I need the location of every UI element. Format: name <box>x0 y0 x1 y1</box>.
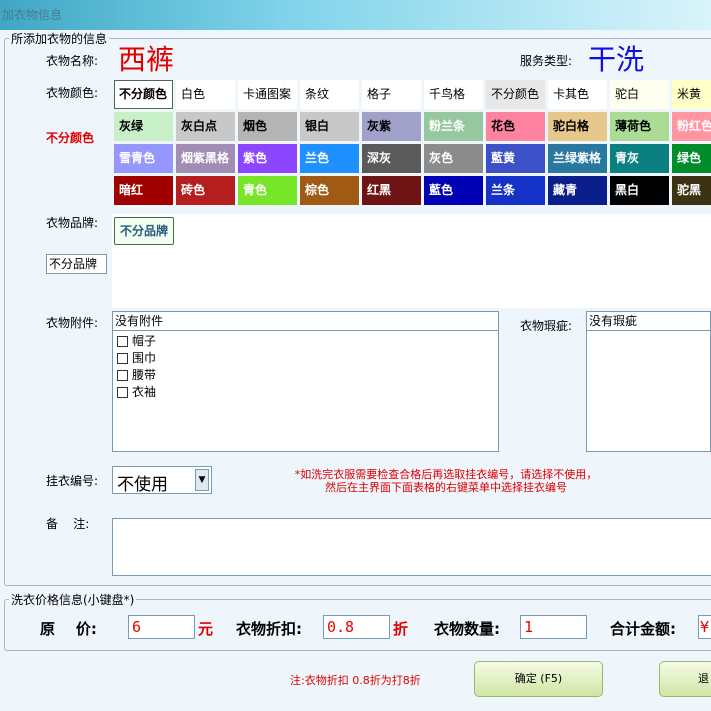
color-swatch[interactable]: 不分颜色 <box>114 80 173 109</box>
hanger-select-value: 不使用 <box>117 475 168 495</box>
color-swatch[interactable]: 藍色 <box>424 176 483 205</box>
color-swatch[interactable]: 银白 <box>300 112 359 141</box>
quantity-label: 衣物数量: <box>434 620 500 638</box>
price-label: 原 价: <box>40 620 97 638</box>
accessory-option[interactable]: 帽子 <box>113 333 498 350</box>
color-swatch[interactable]: 绿色 <box>672 144 711 173</box>
color-swatch[interactable]: 藏青 <box>548 176 607 205</box>
checkbox-icon[interactable] <box>117 387 128 398</box>
color-swatch[interactable]: 驼白格 <box>548 112 607 141</box>
hanger-note: *如洗完衣服需要检查合格后再选取挂衣编号，请选择不使用，然后在主界面下面表格的右… <box>294 468 598 494</box>
color-swatch[interactable]: 棕色 <box>300 176 359 205</box>
color-swatch[interactable]: 兰色 <box>300 144 359 173</box>
color-swatch[interactable]: 暗红 <box>114 176 173 205</box>
discount-label: 衣物折扣: <box>236 620 302 638</box>
color-swatch[interactable]: 米黄 <box>672 80 711 109</box>
hanger-label: 挂衣编号: <box>46 474 99 488</box>
total-input[interactable]: ¥ <box>698 615 711 639</box>
color-swatch[interactable]: 砖色 <box>176 176 235 205</box>
checkbox-icon[interactable] <box>117 353 128 364</box>
color-swatch[interactable]: 驼白 <box>610 80 669 109</box>
color-swatch[interactable]: 驼黑 <box>672 176 711 205</box>
color-swatch[interactable]: 不分颜色 <box>486 80 545 109</box>
checkbox-icon[interactable] <box>117 370 128 381</box>
color-swatch[interactable]: 白色 <box>176 80 235 109</box>
color-swatch[interactable]: 薄荷色 <box>610 112 669 141</box>
remark-label: 备 注: <box>46 517 90 531</box>
discount-input[interactable]: 0.8 <box>323 615 390 639</box>
total-label: 合计金额: <box>610 620 676 638</box>
color-swatch[interactable]: 藍黄 <box>486 144 545 173</box>
hanger-select[interactable]: 不使用 ▼ <box>112 466 212 495</box>
color-swatch[interactable]: 粉兰条 <box>424 112 483 141</box>
defect-list[interactable] <box>586 330 711 452</box>
color-swatch[interactable]: 青灰 <box>610 144 669 173</box>
color-swatch[interactable]: 雪青色 <box>114 144 173 173</box>
price-input[interactable]: 6 <box>128 615 195 639</box>
color-swatch[interactable]: 黑白 <box>610 176 669 205</box>
accessory-label: 衣物附件: <box>46 316 99 330</box>
defect-input[interactable]: 没有瑕疵 <box>586 311 711 331</box>
checkbox-icon[interactable] <box>117 336 128 347</box>
quantity-input[interactable]: 1 <box>520 615 587 639</box>
color-swatch[interactable]: 紫色 <box>238 144 297 173</box>
price-group-title: 洗衣价格信息(小键盘*) <box>9 591 137 608</box>
brand-any-button[interactable]: 不分品牌 <box>114 217 174 245</box>
confirm-button[interactable]: 确定 (F5) <box>474 661 603 697</box>
color-swatch[interactable]: 灰白点 <box>176 112 235 141</box>
discount-unit: 折 <box>393 620 409 638</box>
color-swatch[interactable]: 灰紫 <box>362 112 421 141</box>
defect-label: 衣物瑕疵: <box>520 319 573 333</box>
remark-textarea[interactable] <box>112 518 711 576</box>
color-swatch[interactable]: 粉红色 <box>672 112 711 141</box>
brand-input[interactable]: 不分品牌 <box>46 254 107 274</box>
color-swatch[interactable]: 兰条 <box>486 176 545 205</box>
color-swatch[interactable]: 烟紫黑格 <box>176 144 235 173</box>
accessory-option[interactable]: 腰带 <box>113 367 498 384</box>
color-swatch[interactable]: 兰绿紫格 <box>548 144 607 173</box>
accessory-option[interactable]: 衣袖 <box>113 384 498 401</box>
chevron-down-icon[interactable]: ▼ <box>195 469 209 491</box>
discount-note: 注:衣物折扣 0.8折为打8折 <box>290 674 421 687</box>
color-swatch[interactable]: 青色 <box>238 176 297 205</box>
color-swatch[interactable]: 花色 <box>486 112 545 141</box>
brand-label: 衣物品牌: <box>46 216 99 230</box>
color-swatch[interactable]: 卡其色 <box>548 80 607 109</box>
price-unit: 元 <box>198 620 214 638</box>
color-grid: 不分颜色 白色 卡通图案 条纹 格子 千鸟格 不分颜色 卡其色 驼白 米黄 灰绿 灰白点 烟色 银白 灰紫粉… <box>0 0 711 210</box>
color-swatch[interactable]: 深灰 <box>362 144 421 173</box>
color-swatch[interactable]: 千鸟格 <box>424 80 483 109</box>
accessory-list[interactable]: 帽子 围巾 腰带 衣袖 <box>112 330 499 452</box>
exit-button[interactable]: 退 <box>659 661 711 697</box>
color-swatch[interactable]: 条纹 <box>300 80 359 109</box>
color-swatch[interactable]: 卡通图案 <box>238 80 297 109</box>
color-swatch[interactable]: 格子 <box>362 80 421 109</box>
color-swatch[interactable]: 红黑 <box>362 176 421 205</box>
brand-panel <box>112 214 711 308</box>
color-swatch[interactable]: 灰色 <box>424 144 483 173</box>
accessory-option[interactable]: 围巾 <box>113 350 498 367</box>
accessory-input[interactable]: 没有附件 <box>112 311 499 331</box>
color-swatch[interactable]: 烟色 <box>238 112 297 141</box>
color-swatch[interactable]: 灰绿 <box>114 112 173 141</box>
